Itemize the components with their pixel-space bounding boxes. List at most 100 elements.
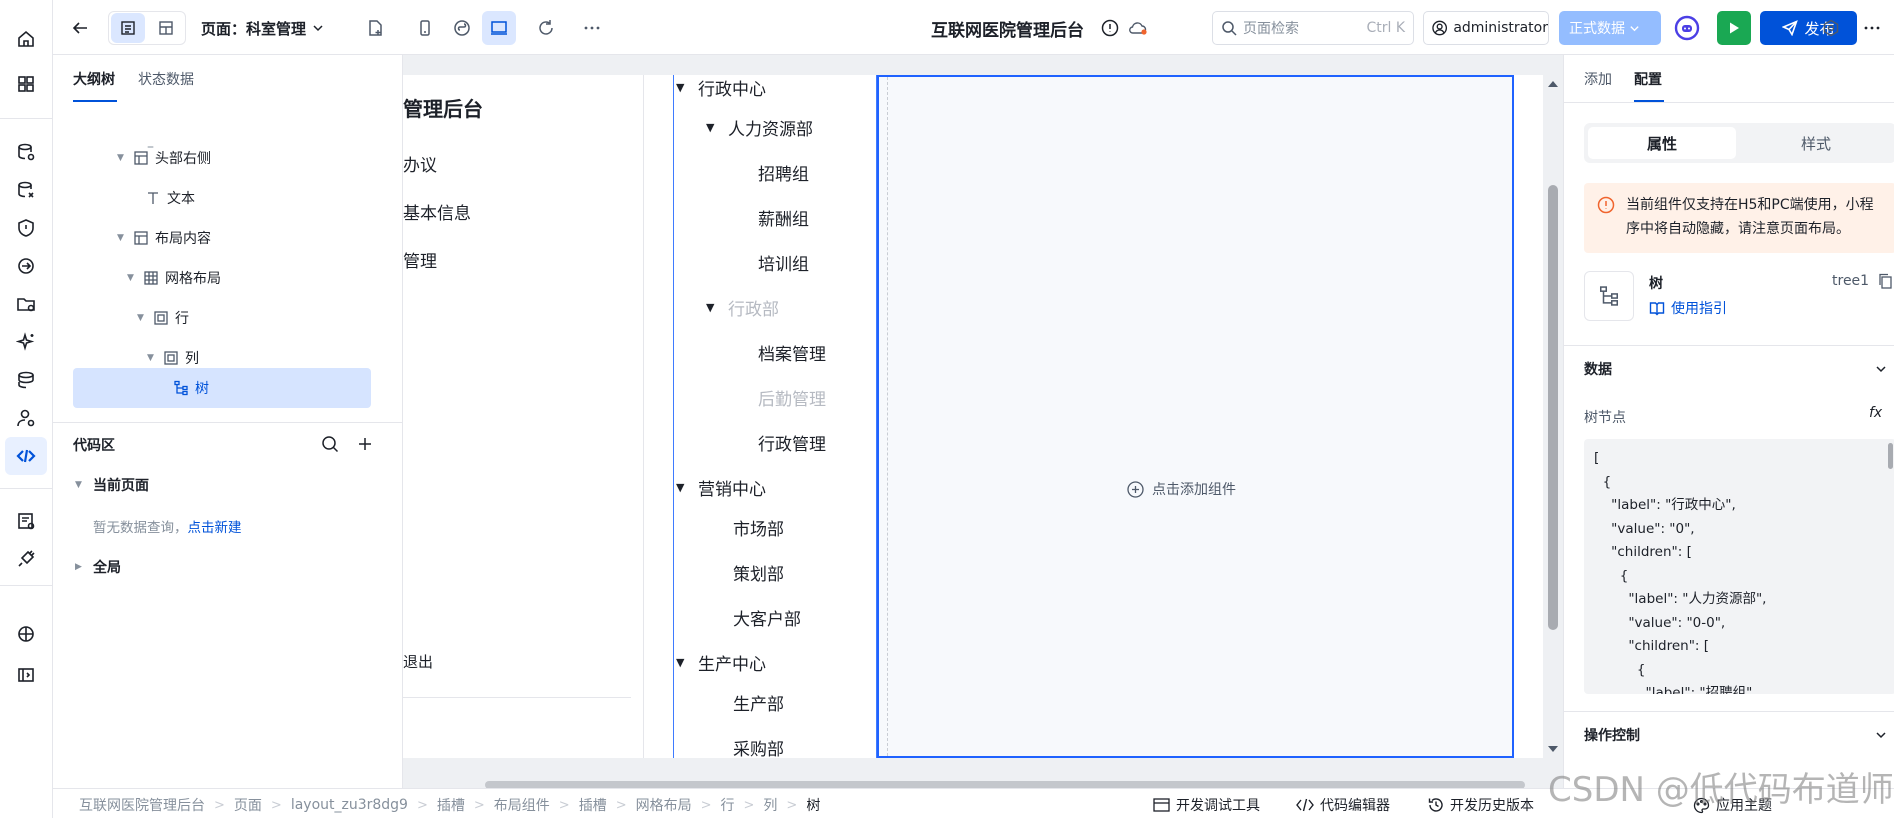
tree-node[interactable]: 策划部 (733, 560, 784, 585)
vertical-scrollbar[interactable] (1545, 75, 1561, 758)
back-arrow-icon[interactable] (63, 11, 97, 45)
breadcrumb-item[interactable]: 行 (721, 795, 735, 815)
mobile-preview-icon[interactable] (408, 11, 442, 45)
code-editor-button[interactable]: 代码编辑器 (1296, 795, 1390, 815)
data-source-icon[interactable] (5, 171, 47, 209)
breadcrumb-item[interactable]: 页面 (234, 795, 262, 815)
seg-style[interactable]: 样式 (1740, 127, 1892, 159)
tree-node[interactable]: 招聘组 (758, 160, 809, 185)
page-settings-icon[interactable] (5, 502, 47, 540)
canvas-menu-item[interactable]: 办议 (403, 151, 437, 176)
shield-icon[interactable] (5, 209, 47, 247)
outline-node-text[interactable]: 文本 (145, 186, 195, 210)
global-group[interactable]: ▶ 全局 (75, 557, 121, 577)
database-icon[interactable] (5, 133, 47, 171)
outline-node-grid-layout[interactable]: ▼ 网格布局 (127, 266, 221, 290)
outline-node-header-right[interactable]: ▼ 头部右侧 (117, 146, 211, 170)
tree-node[interactable]: 市场部 (733, 515, 784, 540)
tab-state-data[interactable]: 状态数据 (138, 69, 194, 89)
info-icon[interactable] (1101, 19, 1119, 37)
tree-node[interactable]: 档案管理 (758, 340, 826, 365)
desktop-preview-icon[interactable] (482, 11, 516, 45)
chevron-down-icon[interactable] (1875, 363, 1887, 375)
tree-node[interactable]: ▼ 行政中心 (676, 75, 766, 100)
debug-tools-button[interactable]: 开发调试工具 (1153, 795, 1260, 815)
env-data-select[interactable]: 正式数据 (1559, 11, 1661, 45)
more-icon[interactable] (575, 11, 609, 45)
grid-column-dropzone[interactable]: 点击添加组件 (877, 75, 1514, 758)
refresh-icon[interactable] (529, 11, 563, 45)
tab-add[interactable]: 添加 (1584, 69, 1612, 89)
outline-node-tree[interactable]: 树 (173, 376, 209, 400)
breadcrumb-item[interactable]: layout_zu3r8dg9 (291, 797, 408, 813)
tree-node[interactable]: 培训组 (758, 250, 809, 275)
ai-assistant-icon[interactable] (1670, 11, 1704, 45)
user-permission-icon[interactable] (5, 399, 47, 437)
breadcrumb-item[interactable]: 列 (763, 795, 777, 815)
code-logic-icon[interactable] (5, 437, 47, 475)
breadcrumb-item[interactable]: 插槽 (579, 795, 607, 815)
search-shortcut: Ctrl K (1366, 20, 1405, 36)
plugin-icon[interactable] (5, 540, 47, 578)
miniprogram-preview-icon[interactable] (445, 11, 479, 45)
outline-node-column[interactable]: ▼ 列 (147, 346, 199, 370)
tree-icon (174, 380, 188, 396)
outline-node-row[interactable]: ▼ 行 (137, 306, 189, 330)
ai-sparkle-icon[interactable] (5, 323, 47, 361)
chevron-down-icon[interactable] (1875, 729, 1887, 741)
fx-expression-button[interactable]: fx (1869, 405, 1882, 421)
canvas-logout[interactable]: 退出 (403, 651, 433, 672)
breadcrumb-item[interactable]: 布局组件 (494, 795, 550, 815)
new-page-icon[interactable] (358, 11, 392, 45)
tab-outline-tree[interactable]: 大纲树 (73, 69, 115, 89)
tree-node[interactable]: ▼ 营销中心 (676, 475, 766, 500)
history-versions-button[interactable]: 开发历史版本 (1428, 795, 1534, 815)
settings-icon[interactable] (1814, 11, 1848, 45)
add-icon[interactable] (356, 435, 374, 453)
apps-icon[interactable] (5, 65, 47, 103)
breadcrumb-item[interactable]: 网格布局 (636, 795, 692, 815)
user-menu-button[interactable]: administrator (1423, 11, 1549, 45)
tree-node[interactable]: 薪酬组 (758, 205, 809, 230)
breadcrumb-item[interactable]: 互联网医院管理后台 (79, 795, 205, 815)
breadcrumb-item[interactable]: 插槽 (437, 795, 465, 815)
tree-node[interactable]: 采购部 (733, 735, 784, 758)
caret-right-icon: ▶ (75, 562, 82, 572)
seg-properties[interactable]: 属性 (1588, 127, 1736, 159)
connector-icon[interactable] (5, 247, 47, 285)
section-ops-title[interactable]: 操作控制 (1584, 725, 1640, 745)
page-view-icon[interactable] (111, 13, 145, 43)
tree-component[interactable]: ▼ 行政中心 ▼ 人力资源部 招聘组 薪酬组 培训组 ▼ 行政部 档案管理 后勤管理 … (673, 75, 877, 758)
canvas-menu-item[interactable]: 管理 (403, 247, 437, 272)
collapse-panel-icon[interactable] (5, 656, 47, 694)
run-preview-button[interactable] (1717, 11, 1751, 45)
tree-nodes-json-editor[interactable]: [ { "label": "行政中心", "value": "0", "chil… (1584, 439, 1894, 694)
page-selector[interactable]: 页面：科室管理 (201, 16, 324, 40)
json-scrollbar[interactable] (1888, 443, 1893, 469)
workflow-icon[interactable] (5, 361, 47, 399)
cloud-sync-icon[interactable] (1128, 20, 1148, 36)
folder-cloud-icon[interactable] (5, 285, 47, 323)
page-search-input[interactable]: 页面检索 Ctrl K (1212, 11, 1414, 45)
tree-nodes-label: 树节点 (1584, 410, 1626, 426)
tab-config[interactable]: 配置 (1634, 69, 1662, 89)
canvas-menu-item[interactable]: 基本信息 (403, 199, 471, 224)
outline-node-layout-content[interactable]: ▼ 布局内容 (117, 226, 211, 250)
usage-guide-link[interactable]: 使用指引 (1649, 298, 1727, 318)
tree-node[interactable]: 行政管理 (758, 430, 826, 455)
more-options-icon[interactable] (1855, 11, 1889, 45)
tree-node[interactable]: 生产部 (733, 690, 784, 715)
component-library-icon[interactable] (5, 615, 47, 653)
copy-icon[interactable] (1878, 273, 1893, 289)
search-icon[interactable] (321, 435, 339, 453)
home-icon[interactable] (5, 20, 47, 58)
tree-node[interactable]: ▼ 生产中心 (676, 650, 766, 675)
current-page-group[interactable]: ▼ 当前页面 (75, 475, 149, 495)
outline-node-label: 网格布局 (165, 271, 221, 287)
add-component-button[interactable]: 点击添加组件 (1127, 479, 1236, 499)
layout-view-icon[interactable] (149, 13, 183, 43)
tree-node[interactable]: 大客户部 (733, 605, 801, 630)
create-query-link[interactable]: 点击新建 (188, 520, 242, 536)
tree-node[interactable]: ▼ 人力资源部 (706, 115, 813, 140)
section-data-title[interactable]: 数据 (1584, 359, 1612, 379)
